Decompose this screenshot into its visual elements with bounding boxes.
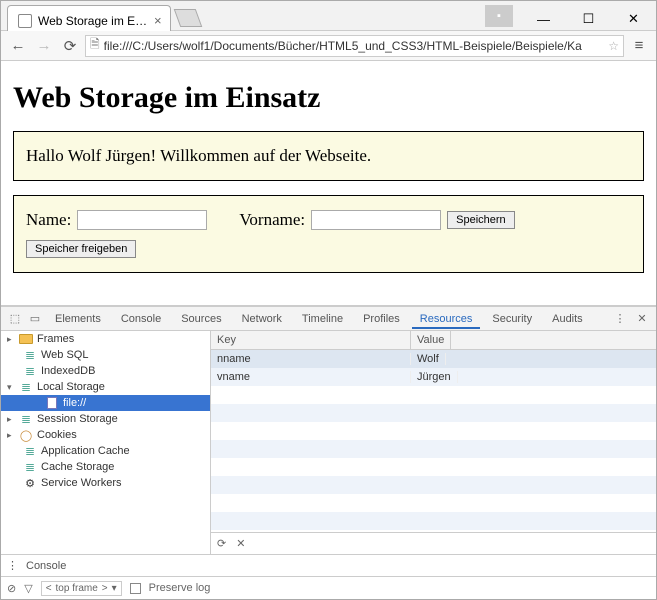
tree-websql[interactable]: ≣Web SQL — [1, 347, 210, 363]
reload-button[interactable]: ⟳ — [59, 35, 81, 57]
url-text: file:///C:/Users/wolf1/Documents/Bücher/… — [104, 39, 605, 53]
input-name[interactable] — [77, 210, 207, 230]
delete-icon[interactable]: ✕ — [236, 537, 245, 550]
filter-icon[interactable]: ▽ — [24, 582, 32, 595]
maximize-button[interactable]: ☐ — [566, 5, 611, 33]
tree-indexeddb[interactable]: ≣IndexedDB — [1, 363, 210, 379]
tree-localstorage-file[interactable]: file:// — [1, 395, 210, 411]
browser-tabstrip: Web Storage im Eins × ▪ — ☐ ✕ — [1, 1, 656, 31]
tab-sources[interactable]: Sources — [173, 309, 229, 329]
clear-storage-button[interactable]: Speicher freigeben — [26, 240, 136, 258]
tree-sessionstorage[interactable]: ▸≣Session Storage — [1, 411, 210, 427]
tab-elements[interactable]: Elements — [47, 309, 109, 329]
col-key[interactable]: Key — [211, 331, 411, 349]
refresh-icon[interactable]: ⟳ — [217, 537, 226, 550]
greeting-text: Hallo Wolf Jürgen! Willkommen auf der We… — [26, 146, 371, 165]
tab-network[interactable]: Network — [234, 309, 290, 329]
save-button[interactable]: Speichern — [447, 211, 515, 229]
tree-serviceworkers[interactable]: ⚙Service Workers — [1, 475, 210, 491]
input-vorname[interactable] — [311, 210, 441, 230]
preserve-log-checkbox[interactable] — [130, 583, 141, 594]
chrome-menu-button[interactable]: ≡ — [628, 35, 650, 57]
clear-console-icon[interactable]: ⊘ — [7, 582, 16, 595]
user-icon[interactable]: ▪ — [485, 5, 513, 27]
label-vorname: Vorname: — [239, 210, 305, 230]
page-heading: Web Storage im Einsatz — [13, 81, 644, 115]
console-drawer: ⋮ Console ⊘ ▽ <top frame> ▾ Preserve log — [1, 554, 656, 599]
label-name: Name: — [26, 210, 71, 230]
close-window-button[interactable]: ✕ — [611, 5, 656, 33]
tree-appcache[interactable]: ≣Application Cache — [1, 443, 210, 459]
form-box: Name: Vorname: Speichern Speicher freige… — [13, 195, 644, 273]
close-tab-icon[interactable]: × — [154, 13, 162, 28]
back-button[interactable]: ← — [7, 35, 29, 57]
tab-resources[interactable]: Resources — [412, 309, 481, 329]
table-row[interactable]: vname Jürgen — [211, 368, 656, 386]
tab-security[interactable]: Security — [484, 309, 540, 329]
frame-selector[interactable]: <top frame> ▾ — [41, 581, 122, 596]
tab-timeline[interactable]: Timeline — [294, 309, 351, 329]
devtools-close-icon[interactable]: ✕ — [634, 311, 650, 327]
tree-frames[interactable]: ▸Frames — [1, 331, 210, 347]
new-tab-button[interactable] — [173, 9, 202, 27]
tree-cachestorage[interactable]: ≣Cache Storage — [1, 459, 210, 475]
drawer-tab-console[interactable]: Console — [26, 560, 66, 572]
forward-button[interactable]: → — [33, 35, 55, 57]
page-icon — [18, 14, 32, 28]
col-value[interactable]: Value — [411, 331, 451, 349]
tab-console[interactable]: Console — [113, 309, 169, 329]
bookmark-star-icon[interactable]: ☆ — [608, 39, 619, 53]
drawer-menu-icon[interactable]: ⋮ — [7, 559, 18, 572]
tab-profiles[interactable]: Profiles — [355, 309, 408, 329]
file-icon: 🗎 — [90, 35, 100, 56]
tab-title: Web Storage im Eins — [38, 14, 148, 28]
page-content: Web Storage im Einsatz Hallo Wolf Jürgen… — [1, 61, 656, 305]
greeting-box: Hallo Wolf Jürgen! Willkommen auf der We… — [13, 131, 644, 181]
tree-cookies[interactable]: ▸◯Cookies — [1, 427, 210, 443]
devtools-tabbar: ⬚ ▭ Elements Console Sources Network Tim… — [1, 307, 656, 331]
devtools-panel: ⬚ ▭ Elements Console Sources Network Tim… — [1, 305, 656, 599]
tree-localstorage[interactable]: ▾≣Local Storage — [1, 379, 210, 395]
device-icon[interactable]: ▭ — [27, 311, 43, 327]
tab-audits[interactable]: Audits — [544, 309, 591, 329]
browser-tab[interactable]: Web Storage im Eins × — [7, 5, 171, 31]
inspect-icon[interactable]: ⬚ — [7, 311, 23, 327]
preserve-log-label: Preserve log — [149, 582, 211, 594]
browser-toolbar: ← → ⟳ 🗎 file:///C:/Users/wolf1/Documents… — [1, 31, 656, 61]
devtools-menu-icon[interactable]: ⋮ — [612, 311, 628, 327]
address-bar[interactable]: 🗎 file:///C:/Users/wolf1/Documents/Büche… — [85, 35, 624, 57]
minimize-button[interactable]: — — [521, 5, 566, 33]
storage-table: Key Value nname Wolf vname Jürgen ⟳ ✕ — [211, 331, 656, 554]
resources-tree: ▸Frames ≣Web SQL ≣IndexedDB ▾≣Local Stor… — [1, 331, 211, 554]
table-row[interactable]: nname Wolf — [211, 350, 656, 368]
